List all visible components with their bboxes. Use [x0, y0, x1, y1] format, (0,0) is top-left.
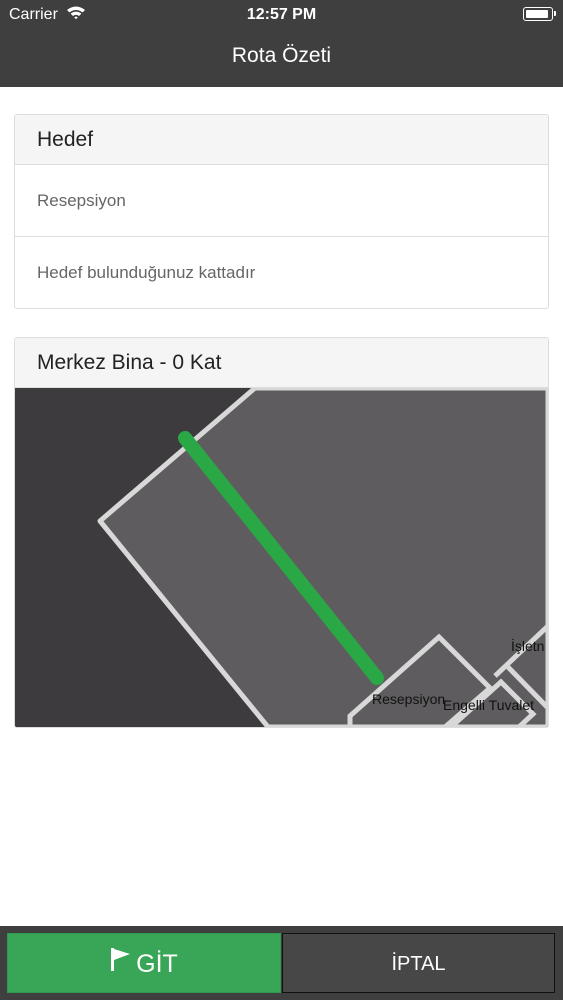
map-label-reception: Resepsiyon: [372, 691, 445, 707]
go-button-label: GİT: [136, 950, 178, 978]
battery-icon: [523, 7, 556, 21]
flag-icon: [110, 933, 131, 993]
bottom-action-bar: GİT İPTAL: [0, 926, 563, 1000]
cancel-button[interactable]: İPTAL: [282, 933, 555, 993]
map-label-business: İşletn: [511, 637, 544, 654]
clock: 12:57 PM: [246, 6, 317, 23]
destination-name: Resepsiyon: [15, 165, 548, 237]
top-bar: Carrier 12:57 PM Rota Özeti: [0, 0, 563, 87]
map-card-header: Merkez Bina - 0 Kat: [15, 338, 548, 388]
map-label-accessible-toilet: Engelli Tuvalet: [443, 697, 534, 713]
battery-level: [526, 10, 548, 18]
destination-note: Hedef bulunduğunuz kattadır: [37, 263, 256, 282]
status-bar: Carrier 12:57 PM: [0, 0, 563, 30]
map-card: Merkez Bina - 0 Kat İşletn Resepsiyon En…: [14, 337, 549, 728]
go-button[interactable]: GİT: [7, 933, 281, 993]
page-title: Rota Özeti: [231, 44, 332, 67]
floor-map[interactable]: İşletn Resepsiyon Engelli Tuvalet: [15, 388, 548, 727]
destination-card: Hedef Resepsiyon Hedef bulunduğunuz katt…: [14, 114, 549, 309]
destination-card-header: Hedef: [15, 115, 548, 165]
